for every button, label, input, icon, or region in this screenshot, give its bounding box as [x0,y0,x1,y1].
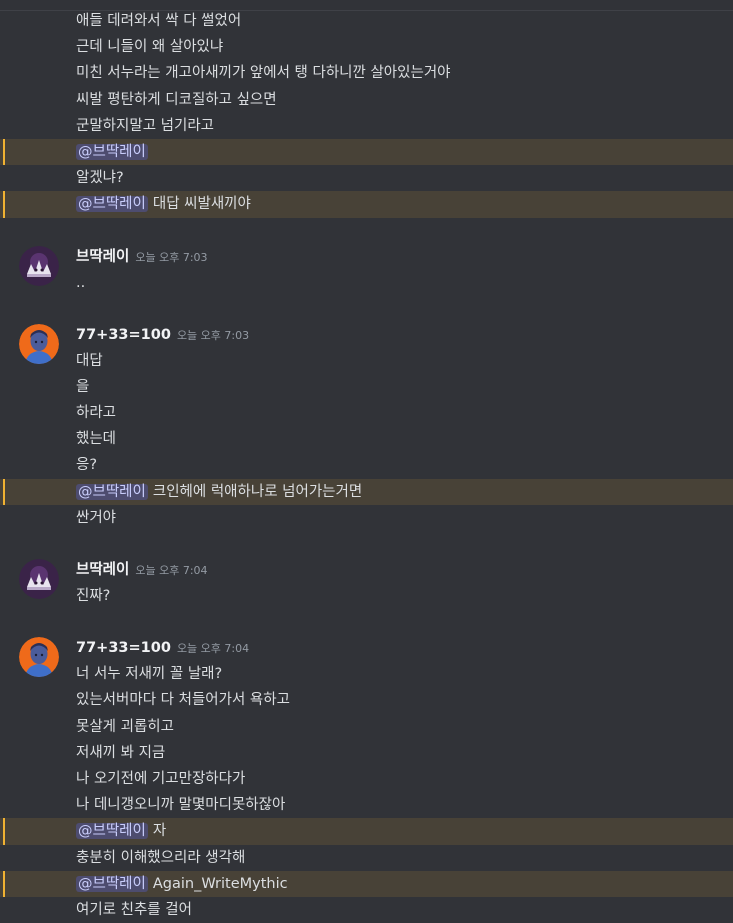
timestamp: 오늘 오후 7:04 [176,642,250,656]
message-text: 크인헤에 럭애하나로 넘어가는거면 [152,483,363,500]
message-line[interactable]: 충분히 이해했으리라 생각해 [0,845,733,871]
message-header: 브딱레이 오늘 오후 7:03 [0,244,733,286]
message-text: 자 [152,823,167,840]
message-list[interactable]: 애들 데려와서 싹 다 썰었어 근데 니들이 왜 살아있냐 미친 서누라는 개고… [0,8,733,923]
message-line[interactable]: 미친 서누라는 개고아새끼가 앞에서 탱 다하니깐 살아있는거야 [0,60,733,86]
message-line-mention[interactable]: @브딱레이 Again_WriteMythic [0,870,733,898]
timestamp: 오늘 오후 7:03 [135,250,208,264]
username[interactable]: 77+33=100 [76,640,171,656]
timestamp: 오늘 오후 7:04 [135,564,208,577]
username[interactable]: 77+33=100 [76,327,171,343]
message-line[interactable]: 애들 데려와서 싹 다 썰었어 [0,8,733,34]
message-line-mention[interactable]: @브딱레이 대답 씨발새끼야 [0,191,733,218]
message-line[interactable]: 나 오기전에 기고만장하다가 [0,766,733,792]
message-header: 77+33=100 오늘 오후 7:03 [0,322,733,364]
user-mention[interactable]: @브딱레이 [76,196,148,213]
message-line[interactable]: 대답 [0,348,733,374]
message-line[interactable]: 진짜? [0,583,733,609]
message-line[interactable]: 군말하지말고 넘기라고 [0,113,733,139]
message-line-mention[interactable]: @브딱레이 크인헤에 럭애하나로 넘어가는거면 [0,478,733,506]
message-line[interactable]: 저새끼 봐 지금 [0,740,733,766]
message-line[interactable]: 못살게 괴롭히고 [0,714,733,740]
message-line[interactable]: 근데 니들이 왜 살아있냐 [0,34,733,60]
message-text: Again_WriteMythic [152,875,288,892]
message-line[interactable]: 알겠냐? [0,165,733,191]
user-mention[interactable]: @브딱레이 [76,143,148,160]
message-header: 브딱레이 오늘 오후 7:04 [0,557,733,599]
message-text: 대답 씨발새끼야 [152,196,251,213]
user-mention[interactable]: @브딱레이 [76,875,148,892]
timestamp: 오늘 오후 7:03 [176,328,250,342]
message-line[interactable]: .. [0,270,733,296]
message-line[interactable]: 을 [0,374,733,400]
message-line-mention[interactable]: @브딱레이 자 [0,818,733,845]
user-mention[interactable]: @브딱레이 [76,483,148,500]
message-line[interactable]: 너 서누 저새끼 꼴 날래? [0,661,733,687]
message-line[interactable]: 하라고 [0,400,733,426]
message-line[interactable]: 응? [0,452,733,478]
message-line-mention[interactable]: @브딱레이 [0,138,733,166]
message-line[interactable]: 했는데 [0,426,733,452]
message-line[interactable]: 여기로 친추를 걸어 [0,897,733,923]
message-line[interactable]: 있는서버마다 다 처들어가서 욕하고 [0,687,733,713]
username[interactable]: 브딱레이 [76,562,129,578]
message-line[interactable]: 싼거야 [0,505,733,531]
message-header: 77+33=100 오늘 오후 7:04 [0,635,733,678]
message-line[interactable]: 씨발 평탄하게 디코질하고 싶으면 [0,87,733,113]
message-line[interactable]: 나 데니갱오니까 말몇마디못하잖아 [0,792,733,818]
user-mention[interactable]: @브딱레이 [76,823,148,840]
username[interactable]: 브딱레이 [76,249,129,265]
